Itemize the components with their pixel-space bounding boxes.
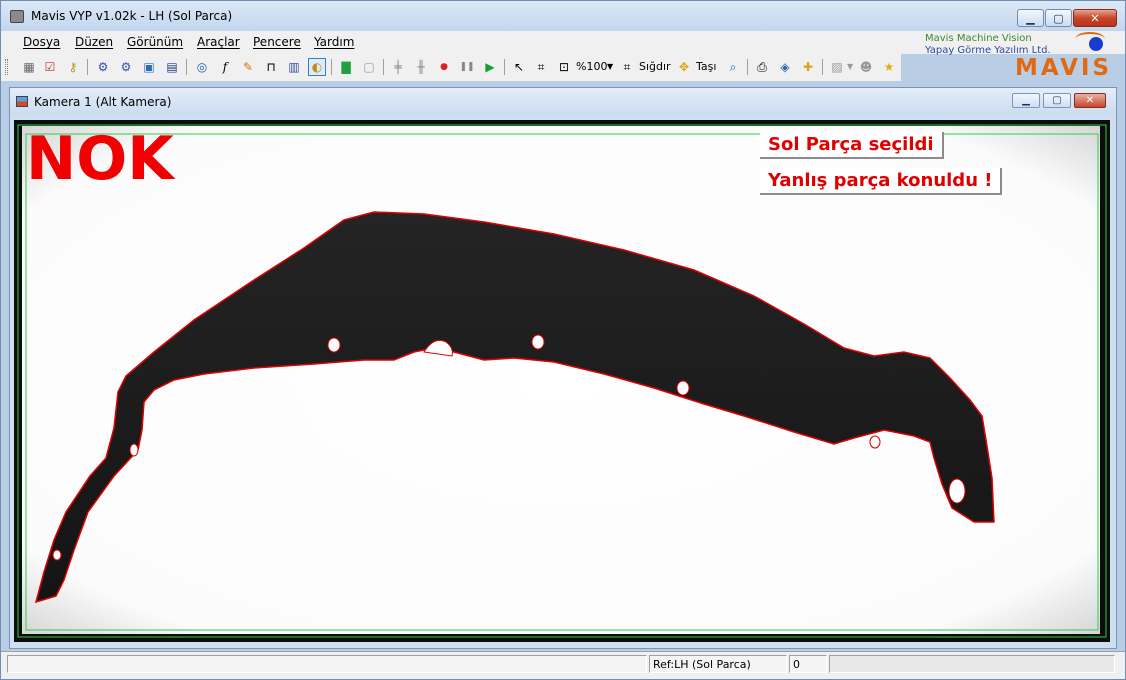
part-hole [52, 549, 62, 561]
main-window: Mavis VYP v1.02k - LH (Sol Parca) ▁ ▢ ✕ … [0, 0, 1126, 680]
printer-icon[interactable]: ⎙ [753, 58, 771, 76]
part-hole [676, 380, 690, 396]
toolbar-grip[interactable] [5, 59, 8, 75]
status-message-1: Sol Parça seçildi [760, 132, 944, 159]
toolbar-separator [331, 59, 332, 75]
zoom-dropdown-icon[interactable]: ▼ [607, 62, 613, 71]
zoom-page-icon[interactable]: ⊡ [555, 58, 573, 76]
part-hole [948, 478, 966, 504]
camera-close-button[interactable]: ✕ [1074, 93, 1106, 108]
toolbar-separator [383, 59, 384, 75]
status-reference: Ref:LH (Sol Parca) [649, 655, 787, 673]
toolbar-separator [87, 59, 88, 75]
magnifier-icon[interactable]: ⌕ [724, 58, 742, 76]
camera-image [17, 124, 1107, 638]
grid-icon[interactable]: ▦ [20, 58, 38, 76]
picture-icon[interactable]: ▨ [828, 58, 846, 76]
function-icon[interactable]: f [216, 58, 234, 76]
part-hole [129, 443, 139, 457]
record-icon[interactable]: ● [435, 58, 453, 76]
menu-pencere[interactable]: Pencere [253, 35, 301, 49]
fit-icon[interactable]: ⌗ [618, 58, 636, 76]
toolbar-separator [747, 59, 748, 75]
logo-line1: Mavis Machine Vision [925, 33, 1032, 44]
document-icon[interactable]: ▢ [360, 58, 378, 76]
distribute-icon[interactable]: ╫ [412, 58, 430, 76]
title-bar[interactable]: Mavis VYP v1.02k - LH (Sol Parca) ▁ ▢ ✕ [1, 1, 1125, 31]
toolbar-separator [822, 59, 823, 75]
inspection-result: NOK [26, 124, 174, 194]
book-icon[interactable]: ▇ [337, 58, 355, 76]
close-button[interactable]: ✕ [1073, 9, 1117, 27]
status-main [7, 655, 647, 673]
play-icon[interactable]: ▶ [481, 58, 499, 76]
camera-window-title: Kamera 1 (Alt Kamera) [34, 95, 172, 109]
status-progress [829, 655, 1115, 673]
toolbar-separator [186, 59, 187, 75]
settings-gear-icon[interactable]: ⚙ [94, 58, 112, 76]
zoom-level[interactable]: %100 [576, 60, 607, 73]
camera-image-view[interactable]: NOK Sol Parça seçildi Yanlış parça konul… [14, 120, 1110, 642]
camera-maximize-button[interactable]: ▢ [1043, 93, 1071, 108]
part-hole [531, 334, 545, 350]
status-count: 0 [789, 655, 827, 673]
company-logo: Mavis Machine Vision Yapay Görme Yazılım… [915, 31, 1115, 81]
star-icon[interactable]: ★ [880, 58, 898, 76]
users-icon[interactable]: ☻ [857, 58, 875, 76]
move-button[interactable]: Taşı [696, 60, 716, 73]
pause-icon[interactable]: ❚❚ [458, 58, 476, 76]
crop-icon[interactable]: ⌗ [532, 58, 550, 76]
camera-settings-icon[interactable]: ◈ [776, 58, 794, 76]
camera-window-title-bar[interactable]: Kamera 1 (Alt Kamera) ▁ ▢ ✕ [10, 88, 1116, 114]
window-title: Mavis VYP v1.02k - LH (Sol Parca) [31, 9, 233, 23]
pointer-icon[interactable]: ↖ [510, 58, 528, 76]
pencil-icon[interactable]: ✎ [239, 58, 257, 76]
speaker-icon[interactable]: ◐ [308, 58, 326, 76]
picture-dropdown-icon[interactable]: ▼ [847, 62, 853, 71]
fit-button[interactable]: Sığdır [639, 60, 671, 73]
menu-dosya[interactable]: Dosya [23, 35, 60, 49]
maximize-button[interactable]: ▢ [1045, 9, 1072, 27]
minimize-button[interactable]: ▁ [1017, 9, 1044, 27]
calculator-icon[interactable]: ▥ [285, 58, 303, 76]
inspect-icon[interactable]: ◎ [193, 58, 211, 76]
camera-window-icon [16, 96, 28, 107]
multi-gear-icon[interactable]: ⚙ [117, 58, 135, 76]
part-hole [869, 435, 881, 449]
part-hole [327, 337, 341, 353]
caliper-icon[interactable]: ⊓ [262, 58, 280, 76]
status-bar: Ref:LH (Sol Parca) 0 [1, 651, 1125, 679]
camera-window: Kamera 1 (Alt Kamera) ▁ ▢ ✕ NOK Sol Parç… [9, 87, 1117, 649]
key-icon[interactable]: ⚷ [64, 58, 82, 76]
image-icon[interactable]: ▣ [140, 58, 158, 76]
add-image-icon[interactable]: ✚ [799, 58, 817, 76]
checklist-icon[interactable]: ☑ [41, 58, 59, 76]
menu-gorunum[interactable]: Görünüm [127, 35, 183, 49]
menu-araclar[interactable]: Araçlar [197, 35, 240, 49]
toolbar-separator [504, 59, 505, 75]
align-icon[interactable]: ╪ [389, 58, 407, 76]
status-message-2: Yanlış parça konuldu ! [760, 168, 1003, 195]
camera-minimize-button[interactable]: ▁ [1012, 93, 1040, 108]
menu-yardim[interactable]: Yardım [314, 35, 354, 49]
menu-duzen[interactable]: Düzen [75, 35, 113, 49]
move-icon[interactable]: ✥ [675, 58, 693, 76]
toolbar: ▦ ☑ ⚷ ⚙ ⚙ ▣ ▤ ◎ f ✎ ⊓ ▥ ◐ ▇ ▢ ╪ ╫ ● ❚❚ ▶… [1, 54, 901, 81]
logo-dot-icon [1089, 37, 1103, 51]
save-icon[interactable]: ▤ [163, 58, 181, 76]
app-icon[interactable] [10, 10, 24, 23]
logo-mark: MAVIS [1015, 55, 1113, 81]
